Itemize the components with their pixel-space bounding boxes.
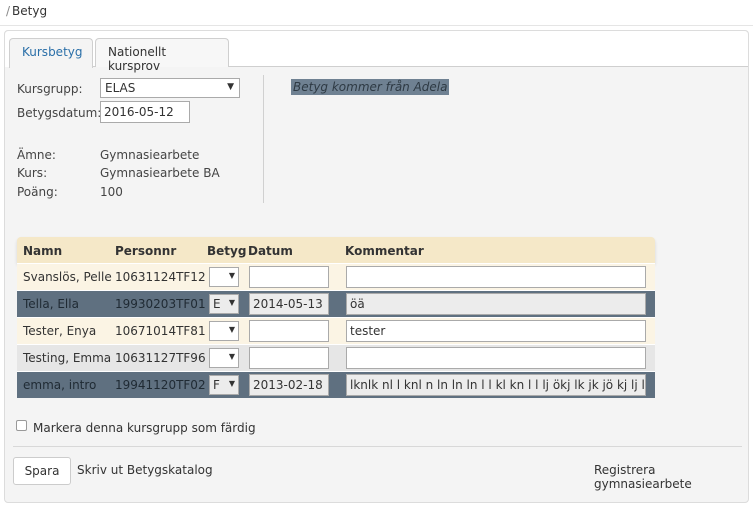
table-row: Testing, Emma 10631127TF96 ▼ bbox=[17, 344, 655, 371]
student-name: emma, intro bbox=[23, 378, 97, 392]
source-note: Betyg kommer från Adela bbox=[291, 79, 450, 95]
comment-input[interactable] bbox=[346, 266, 646, 288]
betygsdatum-label: Betygsdatum: bbox=[17, 106, 102, 120]
breadcrumb: / Betyg bbox=[6, 4, 47, 18]
kursgrupp-selected-value: ELAS bbox=[105, 81, 136, 95]
kursgrupp-label: Kursgrupp: bbox=[17, 82, 83, 96]
student-name: Tester, Enya bbox=[23, 324, 97, 338]
student-personnr: 19941120TF02 bbox=[115, 378, 206, 392]
chevron-down-icon: ▼ bbox=[228, 271, 235, 280]
chevron-down-icon: ▼ bbox=[228, 379, 235, 388]
date-input[interactable]: 2014-05-13 bbox=[249, 293, 329, 315]
student-name: Testing, Emma bbox=[23, 351, 112, 365]
date-input[interactable] bbox=[249, 266, 329, 288]
student-personnr: 10671014TF81 bbox=[115, 324, 206, 338]
student-name: Tella, Ella bbox=[23, 297, 79, 311]
student-personnr: 10631127TF96 bbox=[115, 351, 206, 365]
poang-value: 100 bbox=[100, 185, 123, 199]
grade-select[interactable]: E ▼ bbox=[209, 294, 239, 314]
chevron-down-icon: ▼ bbox=[228, 298, 235, 307]
table-row: Tester, Enya 10671014TF81 ▼ tester bbox=[17, 317, 655, 344]
chevron-down-icon: ▼ bbox=[228, 325, 235, 334]
date-input[interactable] bbox=[249, 347, 329, 369]
grades-panel: Kursbetyg Nationellt kursprov Kursgrupp:… bbox=[4, 30, 749, 503]
complete-checkbox[interactable] bbox=[16, 420, 27, 431]
grade-select[interactable]: F ▼ bbox=[209, 375, 239, 395]
kurs-label: Kurs: bbox=[17, 166, 48, 180]
breadcrumb-current: Betyg bbox=[12, 4, 48, 18]
chevron-down-icon: ▼ bbox=[228, 352, 235, 361]
student-name: Svanslös, Pelle bbox=[23, 270, 112, 284]
register-gymnasiearbete-link[interactable]: Registrera gymnasiearbete bbox=[594, 463, 748, 491]
grid-header: Namn Personnr Betyg Datum Kommentar bbox=[17, 237, 655, 263]
header-divider bbox=[0, 25, 753, 26]
header-datum: Datum bbox=[248, 244, 293, 258]
grade-select[interactable]: ▼ bbox=[209, 348, 239, 368]
amne-label: Ämne: bbox=[17, 148, 56, 162]
student-personnr: 10631124TF12 bbox=[115, 270, 206, 284]
poang-label: Poäng: bbox=[17, 185, 58, 199]
table-row: emma, intro 19941120TF02 F ▼ 2013-02-18 l… bbox=[17, 371, 655, 398]
grade-value: F bbox=[213, 378, 220, 392]
header-kommentar: Kommentar bbox=[345, 244, 424, 258]
save-button[interactable]: Spara bbox=[13, 457, 71, 485]
date-input[interactable]: 2013-02-18 bbox=[249, 374, 329, 396]
tab-kursbetyg[interactable]: Kursbetyg bbox=[9, 38, 93, 68]
breadcrumb-separator: / bbox=[6, 4, 11, 18]
amne-value: Gymnasiearbete bbox=[100, 148, 200, 162]
header-betyg: Betyg bbox=[207, 244, 247, 258]
chevron-down-icon: ▼ bbox=[227, 82, 234, 92]
print-catalog-link[interactable]: Skriv ut Betygskatalog bbox=[77, 463, 213, 477]
grade-select[interactable]: ▼ bbox=[209, 321, 239, 341]
comment-input[interactable]: tester bbox=[346, 320, 646, 342]
comment-input[interactable]: lknlk nl l knl n ln ln ln l l kl kn l l … bbox=[346, 374, 646, 396]
actions-divider bbox=[13, 446, 742, 447]
betygsdatum-input[interactable]: 2016-05-12 bbox=[100, 101, 190, 123]
date-input[interactable] bbox=[249, 320, 329, 342]
student-personnr: 19930203TF01 bbox=[115, 297, 206, 311]
table-row: Tella, Ella 19930203TF01 E ▼ 2014-05-13 ö… bbox=[17, 290, 655, 317]
complete-checkbox-label[interactable]: Markera denna kursgrupp som färdig bbox=[33, 421, 256, 435]
grade-value: E bbox=[213, 297, 221, 311]
table-row: Svanslös, Pelle 10631124TF12 ▼ bbox=[17, 263, 655, 290]
tab-nationellt-kursprov[interactable]: Nationellt kursprov bbox=[95, 38, 229, 73]
kurs-value: Gymnasiearbete BA bbox=[100, 166, 220, 180]
grade-select[interactable]: ▼ bbox=[209, 267, 239, 287]
header-personnr: Personnr bbox=[115, 244, 177, 258]
form-divider bbox=[263, 75, 264, 203]
header-namn: Namn bbox=[23, 244, 63, 258]
comment-input[interactable]: öä bbox=[346, 293, 646, 315]
grades-grid: Namn Personnr Betyg Datum Kommentar Svan… bbox=[17, 237, 655, 398]
kursgrupp-select[interactable]: ELAS ▼ bbox=[100, 78, 240, 98]
comment-input[interactable] bbox=[346, 347, 646, 369]
